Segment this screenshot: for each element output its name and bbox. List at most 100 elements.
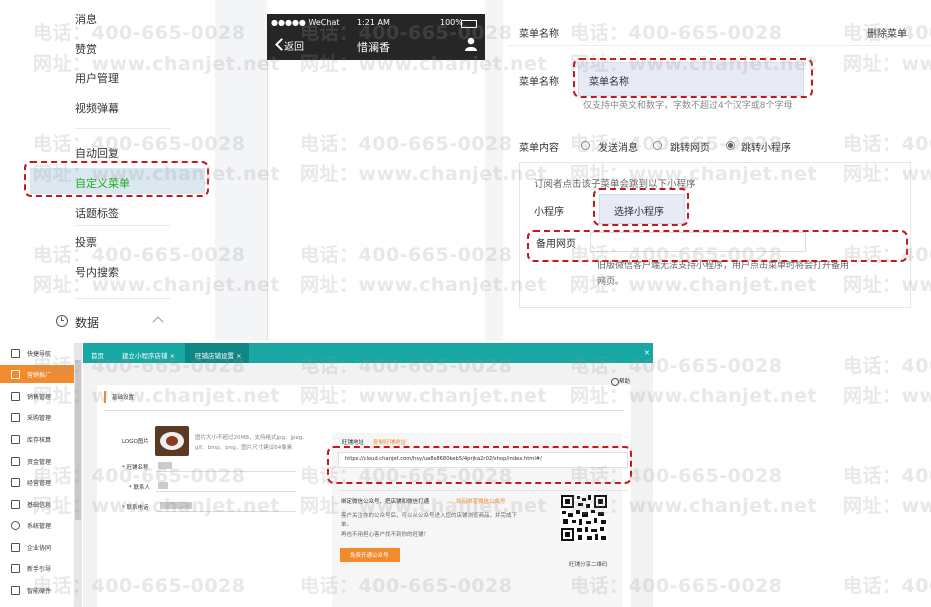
blank-area xyxy=(653,343,931,607)
tab-shop-settings[interactable]: 旺铺店铺设置 × xyxy=(195,350,242,360)
menu-name-header: 菜单名称 xyxy=(519,29,559,40)
radio-jump-webpage[interactable] xyxy=(653,141,662,150)
inventory-icon xyxy=(11,435,20,444)
sidebar-item-users[interactable]: 用户管理 xyxy=(75,70,119,86)
radio-send-message[interactable] xyxy=(581,141,590,150)
qr-code xyxy=(560,494,608,542)
shop-name-input[interactable] xyxy=(156,461,296,472)
status-battery: 100% xyxy=(440,18,463,27)
phone-label: * 联系电话 xyxy=(122,505,149,511)
battery-icon xyxy=(461,20,477,28)
erp-nav-basic-info[interactable]: 基础信息 xyxy=(27,500,51,509)
phone-title: 惜澜香 xyxy=(357,41,390,54)
home-icon xyxy=(11,349,20,358)
highlight-shop-url xyxy=(327,446,632,484)
logo-hint-2: gif、bmp、png，图片尺寸建议64像素 xyxy=(195,445,293,451)
sidebar-section-data[interactable]: 数据 xyxy=(75,314,99,331)
system-icon xyxy=(11,521,20,530)
logo-hint-1: 图片大小不超过20MB，支持格式jpg、jpeg、 xyxy=(195,435,308,441)
hardware-icon xyxy=(11,586,20,595)
wechat-desc-3: 再也不用担心客户找不到你的旺铺！ xyxy=(341,532,430,538)
menu-name-label: 菜单名称 xyxy=(519,77,559,88)
erp-nav-marketing[interactable]: 营销推广 xyxy=(27,370,51,379)
divider xyxy=(508,45,931,46)
purchase-icon xyxy=(11,413,20,422)
backup-hint-line2: 网页。 xyxy=(597,277,625,287)
help-link[interactable]: 帮助 xyxy=(619,377,630,385)
tab-home[interactable]: 首页 xyxy=(91,350,104,360)
divider xyxy=(104,410,624,411)
sidebar-item-topic-tags[interactable]: 话题标签 xyxy=(75,205,119,221)
help-icon[interactable] xyxy=(611,378,619,386)
contact-label: * 联系人 xyxy=(129,485,150,491)
section-marker xyxy=(104,391,106,403)
erp-nav-guide[interactable]: 新手引导 xyxy=(27,564,51,573)
delete-menu-link[interactable]: 删除菜单 xyxy=(867,25,907,40)
sidebar-item-search[interactable]: 号内搜索 xyxy=(75,264,119,280)
wechat-desc-2: 单。 xyxy=(341,522,353,528)
radio-jump-webpage-label[interactable]: 跳转网页 xyxy=(670,139,710,154)
copy-shop-url-link[interactable]: 复制旺铺地址 xyxy=(373,438,406,446)
wechat-bind-title: 绑定微信公众号，把店铺和微信打通 xyxy=(341,499,430,505)
sidebar-scrollbar-thumb[interactable] xyxy=(75,360,81,520)
sidebar-item-reward[interactable]: 赞赏 xyxy=(75,41,97,57)
highlight-choose-mini-program xyxy=(593,188,689,226)
sidebar-divider xyxy=(75,128,170,129)
shop-name-label: * 旺铺名称 xyxy=(122,465,149,471)
collab-icon xyxy=(11,543,20,552)
clock-icon xyxy=(56,315,68,327)
erp-nav-operation[interactable]: 经营管理 xyxy=(27,478,51,487)
highlight-backup-url xyxy=(527,230,908,262)
radio-send-message-label[interactable]: 发送消息 xyxy=(598,139,638,154)
fund-icon xyxy=(11,457,20,466)
user-icon[interactable] xyxy=(465,37,477,51)
status-time: 1:21 AM xyxy=(357,18,390,27)
contact-value-redacted xyxy=(158,482,168,489)
erp-nav-system[interactable]: 系统管理 xyxy=(27,521,51,530)
highlight-custom-menu xyxy=(24,161,209,197)
shop-name-value-redacted xyxy=(158,462,172,469)
sidebar-item-messages[interactable]: 消息 xyxy=(75,11,97,27)
divider xyxy=(338,490,628,491)
sidebar-divider xyxy=(75,225,170,226)
wechat-bind-help-link[interactable]: 如何绑定微信公众号 xyxy=(456,497,506,505)
open-wechat-button-label: 免费开通公众号 xyxy=(350,553,389,559)
menu-content-label: 菜单内容 xyxy=(519,143,559,154)
status-carrier: ●●●●● WeChat xyxy=(271,18,340,27)
logo-label: LOGO图片 xyxy=(122,439,149,445)
tab-create-mini-shop[interactable]: 建立小程序店铺 × xyxy=(122,350,175,360)
radio-jump-mini-program[interactable] xyxy=(726,141,735,150)
erp-nav-quick[interactable]: 快捷导航 xyxy=(27,349,51,358)
operation-icon xyxy=(11,478,20,487)
guide-icon xyxy=(11,564,20,573)
phone-value-redacted xyxy=(160,502,192,509)
open-wechat-button[interactable]: 免费开通公众号 xyxy=(340,548,400,562)
contact-input[interactable] xyxy=(156,481,296,492)
qr-caption: 旺铺分享二维码 xyxy=(569,562,608,568)
phone-preview xyxy=(267,14,487,340)
erp-nav-collab[interactable]: 企业协同 xyxy=(27,543,51,552)
erp-nav-sales[interactable]: 销售管理 xyxy=(27,392,51,401)
mini-program-label: 小程序 xyxy=(534,207,564,218)
sidebar-item-auto-reply[interactable]: 自动回复 xyxy=(75,145,119,161)
erp-nav-fund[interactable]: 资金管理 xyxy=(27,457,51,466)
sidebar-divider xyxy=(75,298,170,299)
wechat-desc-1: 客户关注你的公众号后，可以从公众号进入您的店铺浏览商品，并完成下 xyxy=(341,513,518,519)
erp-nav-purchase[interactable]: 采购管理 xyxy=(27,413,51,422)
erp-nav-inventory[interactable]: 库存核算 xyxy=(27,435,51,444)
sidebar-item-video-danmaku[interactable]: 视频弹幕 xyxy=(75,100,119,116)
sales-icon xyxy=(11,392,20,401)
erp-nav-hardware[interactable]: 智能硬件 xyxy=(27,586,51,595)
close-icon[interactable]: ✕ xyxy=(644,349,650,357)
radio-jump-mini-program-label[interactable]: 跳转小程序 xyxy=(741,139,791,154)
basic-info-icon xyxy=(11,500,20,509)
shop-url-label: 旺铺地址 xyxy=(342,440,365,446)
back-button[interactable]: 返回 xyxy=(284,38,304,53)
logo-image-cake xyxy=(166,436,178,446)
menu-name-hint: 仅支持中英文和数字，字数不超过4个汉字或8个字母 xyxy=(583,101,793,111)
highlight-menu-name xyxy=(573,58,813,98)
marketing-icon xyxy=(11,370,20,379)
section-title: 基础设置 xyxy=(112,395,135,401)
sidebar-item-vote[interactable]: 投票 xyxy=(75,234,97,250)
panel-gap xyxy=(485,0,503,340)
